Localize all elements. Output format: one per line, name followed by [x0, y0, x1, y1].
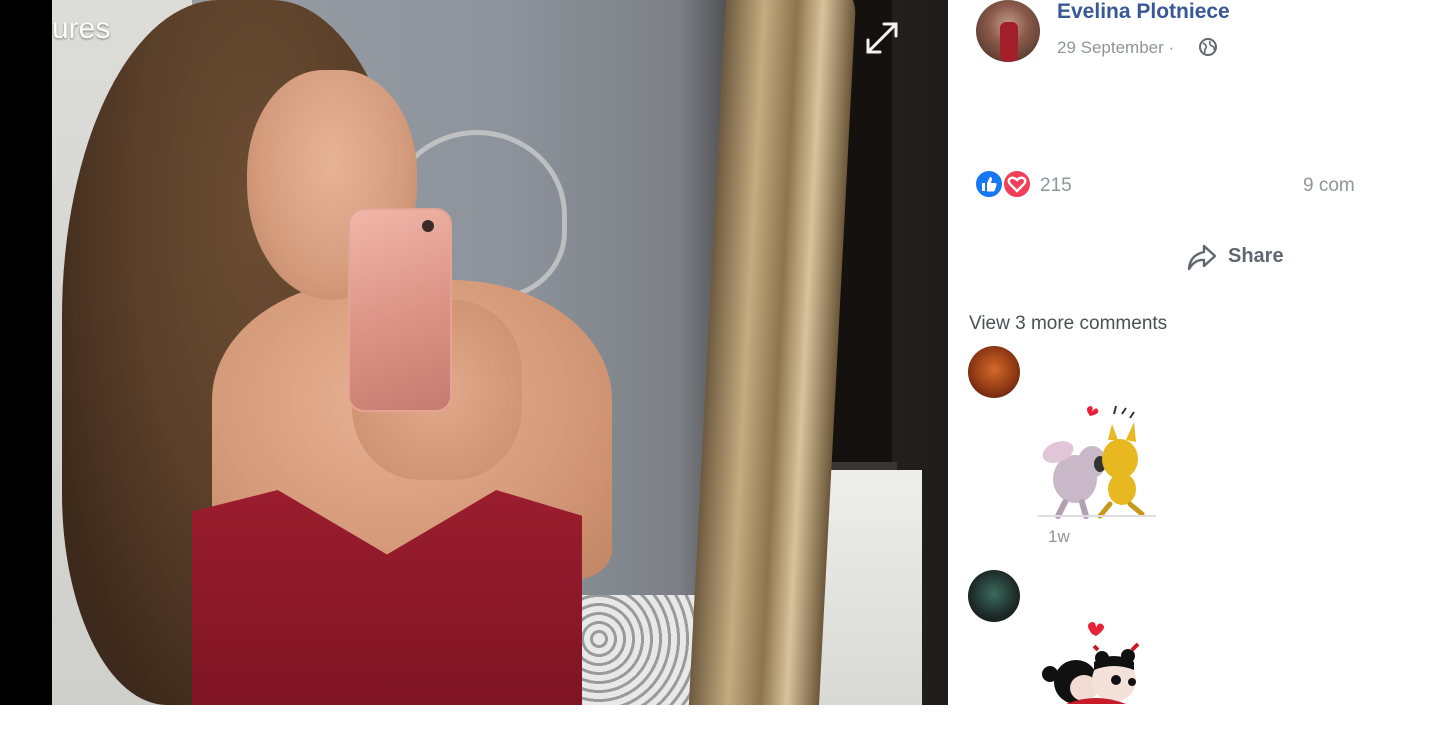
comment-timestamp[interactable]: 1w [1048, 527, 1070, 547]
post-sidebar: Evelina Plotniece 29 September · 215 9 c… [948, 0, 1442, 705]
author-name-link[interactable]: Evelina Plotniece [1057, 0, 1230, 24]
commenter-avatar[interactable] [968, 346, 1020, 398]
photo-viewer[interactable]: ures [52, 0, 948, 705]
globe-icon [1198, 37, 1218, 62]
reaction-count: 215 [1040, 175, 1072, 196]
view-more-comments-link[interactable]: View 3 more comments [969, 313, 1167, 335]
expand-icon[interactable] [862, 18, 902, 58]
bottom-strip [0, 705, 1442, 730]
love-reaction-icon [1002, 169, 1032, 199]
photo-phone [350, 210, 450, 410]
comments-count-link[interactable]: 9 com [1303, 175, 1355, 197]
phone-camera [422, 220, 434, 232]
photo-overlay-text: ures [52, 12, 111, 45]
pucca-kiss-sticker-icon [1036, 622, 1156, 705]
share-label: Share [1228, 245, 1284, 267]
share-icon [1186, 242, 1218, 277]
commenter-avatar[interactable] [968, 570, 1020, 622]
viewer-left-gutter [0, 0, 52, 705]
post-date[interactable]: 29 September · [1057, 38, 1174, 58]
like-reaction-icon [974, 169, 1004, 199]
kiss-sticker-icon [1030, 404, 1164, 522]
author-avatar[interactable] [976, 0, 1040, 62]
